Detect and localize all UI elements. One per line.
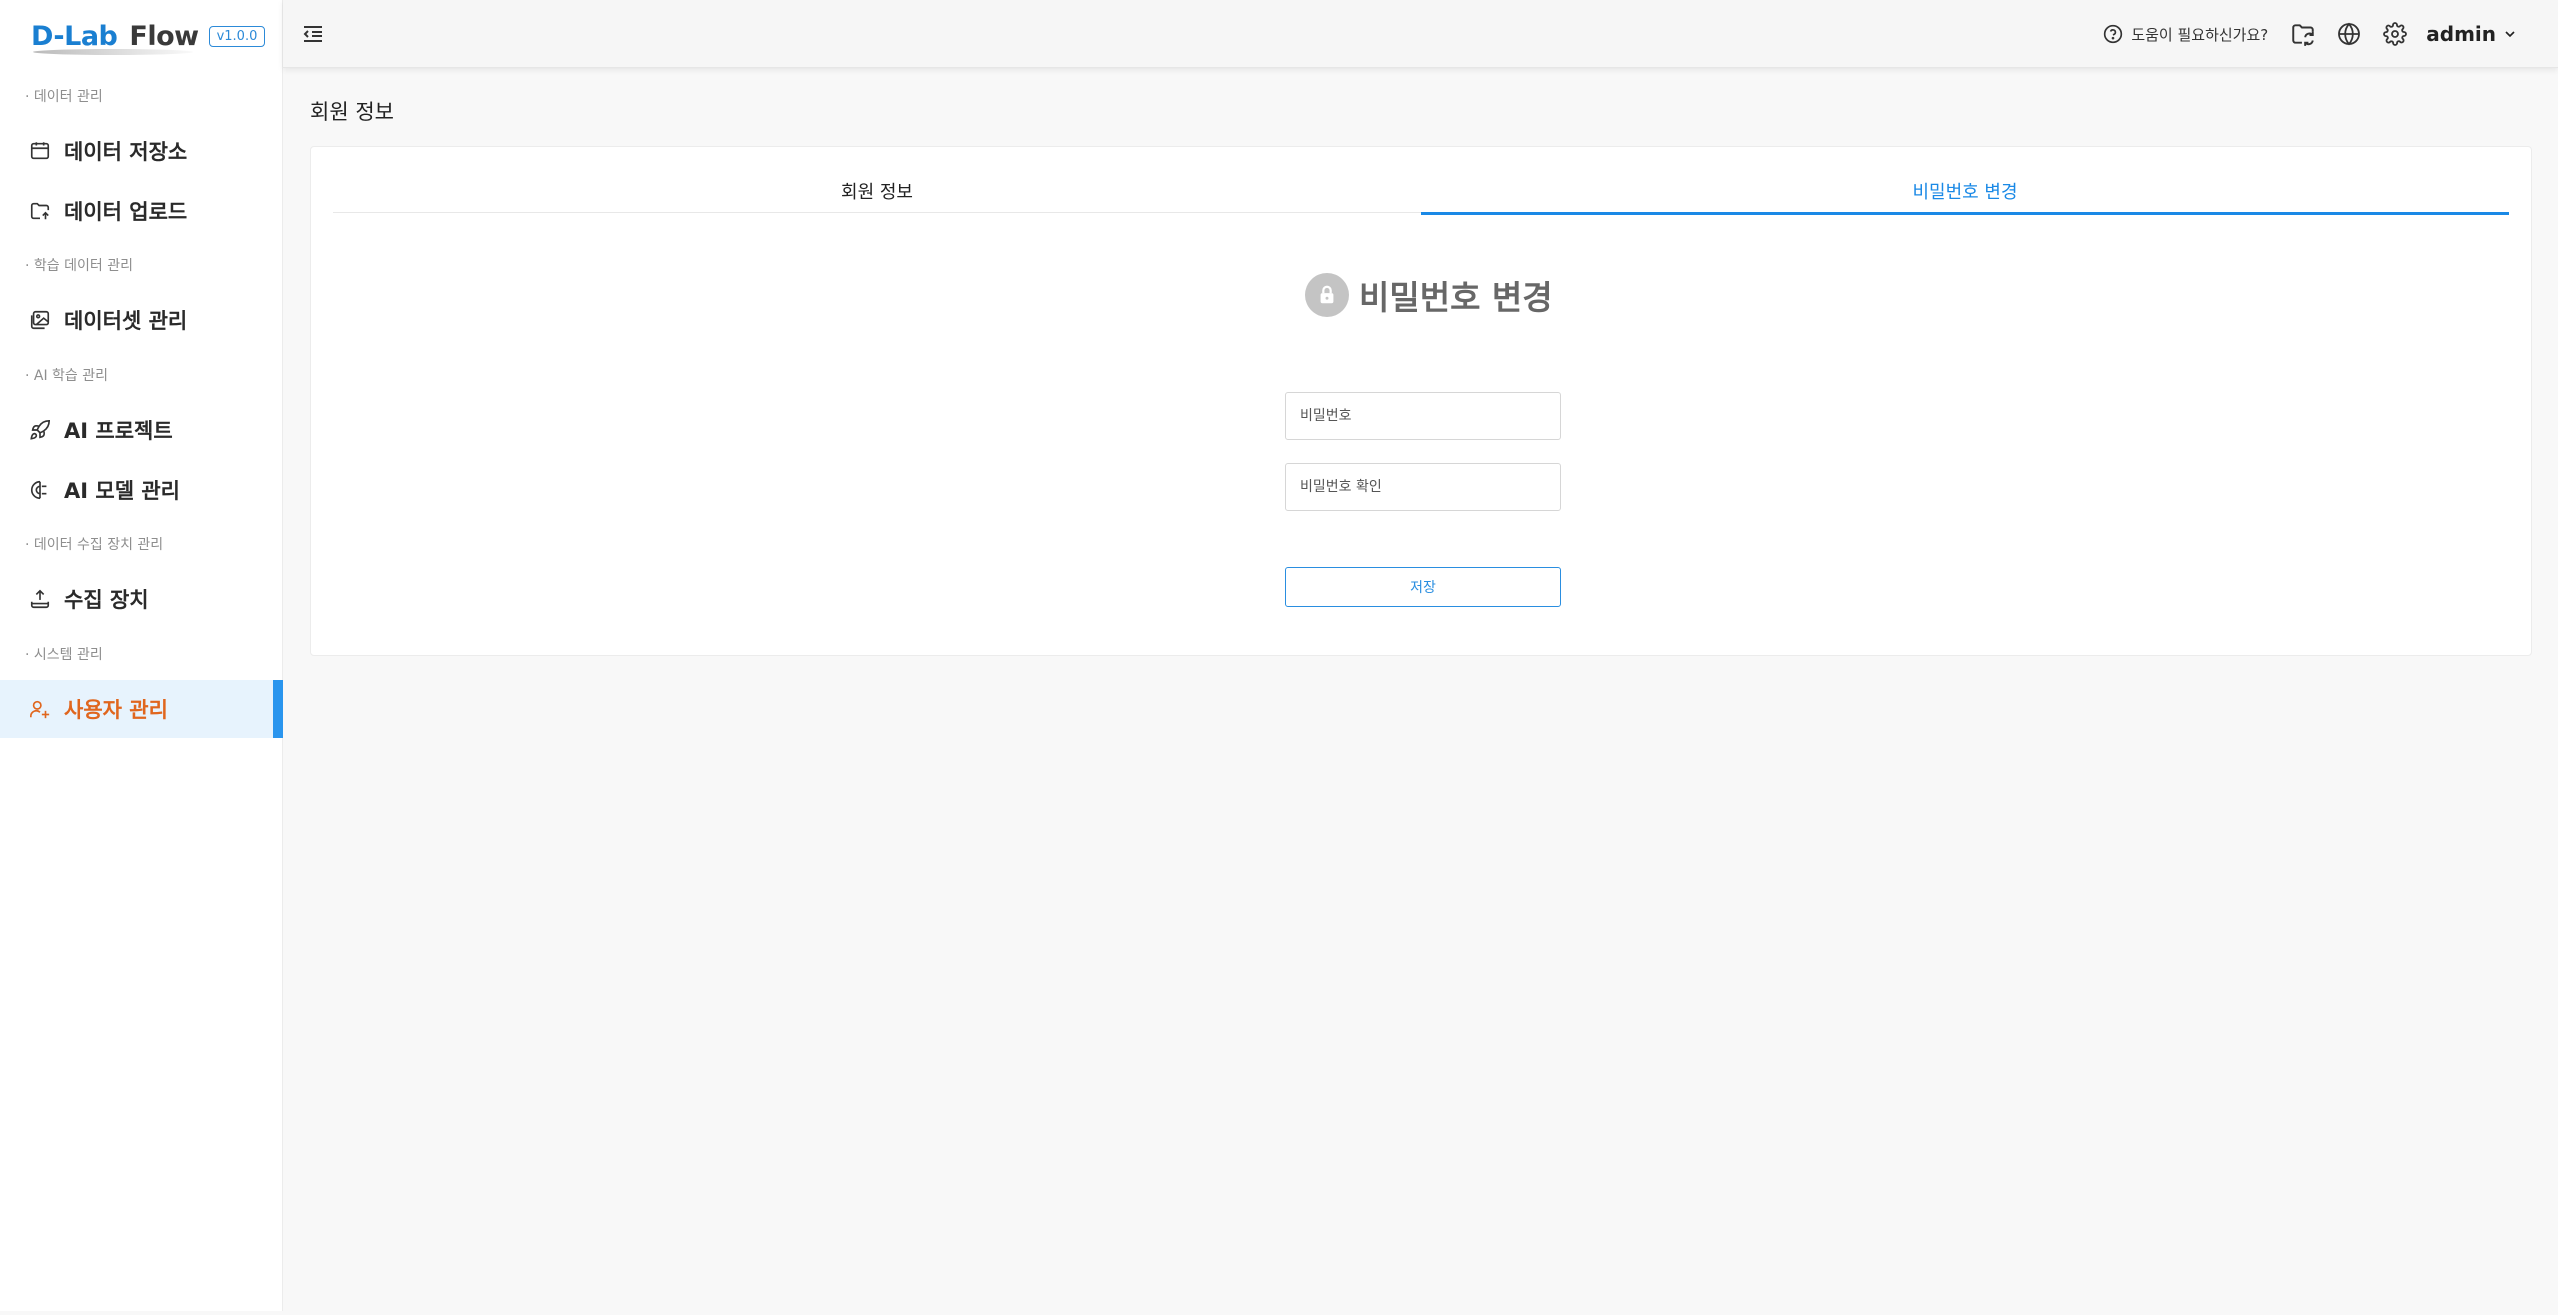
archive-icon bbox=[28, 139, 52, 163]
password-confirm-input[interactable] bbox=[1285, 463, 1561, 511]
page-title: 회원 정보 bbox=[310, 100, 394, 124]
save-button[interactable]: 저장 bbox=[1285, 567, 1561, 607]
sidebar-item-label: AI 모델 관리 bbox=[64, 479, 180, 503]
username: admin bbox=[2426, 22, 2496, 46]
form-title-text: 비밀번호 변경 bbox=[1359, 278, 1553, 317]
help-text: 도움이 필요하신가요? bbox=[2131, 25, 2269, 44]
sidebar-item-label: 데이터 업로드 bbox=[64, 200, 188, 224]
sidebar-item-label: 데이터 저장소 bbox=[64, 140, 188, 164]
brain-icon bbox=[28, 478, 52, 502]
sidebar-item-label: 사용자 관리 bbox=[64, 698, 168, 722]
section-label-ai-training: · AI 학습 관리 bbox=[25, 368, 109, 384]
help-icon bbox=[2104, 24, 2123, 44]
chevron-down-icon bbox=[2505, 31, 2515, 38]
sidebar-item-user-management[interactable]: 사용자 관리 bbox=[0, 680, 283, 738]
tab-change-password[interactable]: 비밀번호 변경 bbox=[1421, 169, 2509, 215]
gear-icon[interactable] bbox=[2380, 19, 2410, 49]
users-icon bbox=[28, 697, 52, 721]
sidebar-item-label: AI 프로젝트 bbox=[64, 419, 173, 443]
help-link[interactable]: 도움이 필요하신가요? bbox=[2103, 24, 2268, 45]
user-menu[interactable]: admin bbox=[2426, 22, 2518, 46]
sidebar-item-label: 수집 장치 bbox=[64, 588, 149, 612]
sidebar-item-data-upload[interactable]: 데이터 업로드 bbox=[0, 182, 283, 240]
menu-toggle-icon[interactable] bbox=[299, 20, 327, 48]
sidebar-item-dataset[interactable]: 데이터셋 관리 bbox=[0, 291, 283, 349]
section-label-system: · 시스템 관리 bbox=[25, 647, 103, 663]
rocket-icon bbox=[28, 418, 52, 442]
top-header: 도움이 필요하신가요? admin bbox=[283, 0, 2558, 68]
header-right: 도움이 필요하신가요? admin bbox=[2103, 0, 2518, 68]
sidebar: D-Lab Flow v1.0.0 · 데이터 관리 데이터 저장소 데이터 업로… bbox=[0, 0, 283, 1311]
section-label-devices: · 데이터 수집 장치 관리 bbox=[25, 537, 164, 553]
images-icon bbox=[28, 308, 52, 332]
folder-upload-icon bbox=[28, 199, 52, 223]
sidebar-item-collection-device[interactable]: 수집 장치 bbox=[0, 570, 283, 628]
section-label-training-data: · 학습 데이터 관리 bbox=[25, 258, 133, 274]
upload-device-icon bbox=[28, 587, 52, 611]
globe-icon[interactable] bbox=[2334, 19, 2364, 49]
section-label-data: · 데이터 관리 bbox=[25, 89, 103, 105]
sidebar-item-data-storage[interactable]: 데이터 저장소 bbox=[0, 122, 283, 180]
form-title: 비밀번호 변경 bbox=[1305, 271, 1553, 319]
logo-secondary: Flow bbox=[129, 20, 199, 52]
folder-sync-icon[interactable] bbox=[2288, 19, 2318, 49]
version-badge: v1.0.0 bbox=[208, 25, 266, 47]
app-logo[interactable]: D-Lab Flow v1.0.0 bbox=[31, 16, 266, 56]
account-card: 회원 정보 비밀번호 변경 비밀번호 변경 저장 bbox=[310, 146, 2532, 656]
tab-member-info[interactable]: 회원 정보 bbox=[333, 169, 1421, 213]
logo-primary: D-Lab bbox=[31, 20, 118, 52]
sidebar-item-ai-project[interactable]: AI 프로젝트 bbox=[0, 401, 283, 459]
sidebar-item-ai-model[interactable]: AI 모델 관리 bbox=[0, 461, 283, 519]
tab-bar: 회원 정보 비밀번호 변경 bbox=[333, 169, 2509, 215]
password-input[interactable] bbox=[1285, 392, 1561, 440]
lock-icon bbox=[1305, 273, 1349, 317]
logo-text: D-Lab Flow bbox=[31, 20, 199, 55]
logo-swoosh bbox=[33, 48, 193, 55]
sidebar-item-label: 데이터셋 관리 bbox=[64, 309, 188, 333]
